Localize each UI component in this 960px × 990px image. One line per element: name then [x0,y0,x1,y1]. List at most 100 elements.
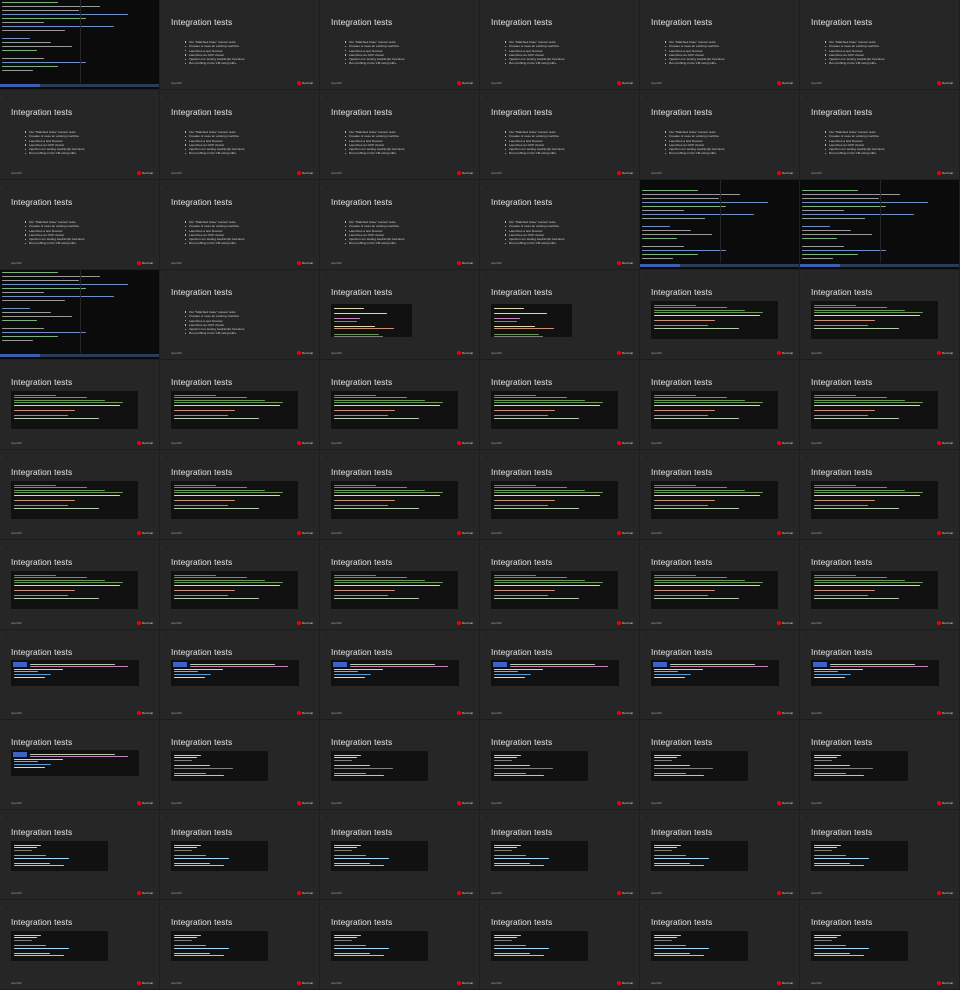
slide-thumbnail[interactable]: Integration tests openshift Red Hat [480,360,640,450]
slide-thumbnail[interactable]: Integration tests openshift Red Hat [800,450,960,540]
slide-thumbnail[interactable]: Integration tests openshift Red Hat [0,540,160,630]
slide-thumbnail[interactable]: Integration tests openshift Red Hat [0,450,160,540]
red-hat-logo: Red Hat [456,891,473,895]
slide-thumbnail[interactable]: Integration tests Our "Matched Case" cut… [320,90,480,180]
slide-thumbnail[interactable]: Integration tests openshift Red Hat [800,270,960,360]
code-line [174,489,265,491]
slide-thumbnail[interactable]: Integration tests openshift Red Hat [640,810,800,900]
slide-thumbnail[interactable]: Integration tests openshift Red Hat [320,540,480,630]
slide-thumbnail[interactable]: Integration tests openshift Red Hat [160,540,320,630]
slide-thumbnail[interactable]: Integration tests openshift Red Hat [0,810,160,900]
slide-thumbnail[interactable]: Integration tests openshift Red Hat [320,360,480,450]
slide-thumbnail[interactable]: Integration tests openshift Red Hat [800,810,960,900]
slide-thumbnail[interactable]: Integration tests Our "Matched Case" cut… [800,0,960,90]
slide-thumbnail[interactable]: Integration tests Our "Matched Case" cut… [640,90,800,180]
code-line [494,939,513,941]
slide-thumbnail[interactable]: Integration tests openshift Red Hat [0,630,160,720]
slide-thumbnail[interactable]: Integration tests openshift Red Hat [320,270,480,360]
pane-divider[interactable] [79,0,81,83]
slide-thumbnail[interactable]: Integration tests Our "Matched Case" cut… [480,90,640,180]
slide-thumbnail[interactable]: Integration tests Our "Matched Case" cut… [480,180,640,270]
slide-thumbnail[interactable]: Integration tests openshift Red Hat [640,180,800,270]
slide-thumbnail[interactable]: Integration tests Our "Matched Case" cut… [160,0,320,90]
footer-text: openshift [11,172,22,175]
code-highlight [333,662,347,667]
slide-thumbnail[interactable]: Integration tests openshift Red Hat [160,450,320,540]
slide-thumbnail[interactable]: Integration tests openshift Red Hat [800,900,960,990]
slide-thumbnail[interactable]: Integration tests openshift Red Hat [800,180,960,270]
code-line [174,417,259,419]
slide-thumbnail[interactable]: Integration tests Our "Matched Case" cut… [160,90,320,180]
slide-accent-bar [481,456,482,459]
slide-thumbnail[interactable]: Integration tests openshift Red Hat [640,360,800,450]
slide-thumbnail[interactable]: Integration tests openshift Red Hat [640,270,800,360]
slide-thumbnail[interactable]: Integration tests openshift Red Hat [640,630,800,720]
red-hat-logo: Red Hat [296,621,313,625]
red-hat-logo: Red Hat [776,621,793,625]
code-line [14,955,65,957]
code-snippet [171,931,268,961]
slide-thumbnail[interactable]: Integration tests openshift Red Hat [480,900,640,990]
slide-thumbnail[interactable]: Integration tests openshift Red Hat [160,900,320,990]
slide-thumbnail[interactable]: Integration tests openshift Red Hat [160,720,320,810]
slide-thumbnail[interactable]: Integration tests openshift Red Hat [0,720,160,810]
code-line [814,676,845,678]
slide-thumbnail[interactable]: Integration tests openshift Red Hat [0,900,160,990]
slide-thumbnail[interactable]: Integration tests openshift Red Hat [640,540,800,630]
slide-title: Integration tests [811,557,873,567]
slide-thumbnail[interactable]: Integration tests openshift Red Hat [480,810,640,900]
slide-accent-bar [1,96,2,99]
code-line [654,494,761,496]
slide-thumbnail[interactable]: Integration tests Our "Matched Case" cut… [640,0,800,90]
slide-thumbnail[interactable]: Integration tests openshift Red Hat [800,360,960,450]
slide-thumbnail[interactable]: Integration tests openshift Red Hat [640,900,800,990]
slide-thumbnail[interactable]: Integration tests Our "Matched Case" cut… [160,180,320,270]
code-snippet [171,391,298,429]
slide-thumbnail[interactable]: Integration tests openshift Red Hat [480,630,640,720]
code-line [654,492,763,494]
slide-thumbnail[interactable]: Integration tests openshift Red Hat [320,900,480,990]
slide-thumbnail[interactable]: Integration tests openshift Red Hat [320,630,480,720]
slide-thumbnail[interactable]: Integration tests openshift Red Hat [320,450,480,540]
slide-thumbnail[interactable]: Integration tests openshift Red Hat [160,810,320,900]
slide-accent-bar [801,546,802,549]
code-line [14,761,39,763]
slide-thumbnail[interactable]: Integration tests openshift Red Hat [160,360,320,450]
slide-thumbnail[interactable]: Integration tests openshift Red Hat [480,540,640,630]
slide-thumbnail[interactable]: Integration tests openshift Red Hat [160,630,320,720]
code-line [174,673,211,675]
slide-thumbnail[interactable]: Integration tests openshift Red Hat [0,0,160,90]
pane-divider[interactable] [79,270,81,353]
slide-thumbnail[interactable]: Integration tests openshift Red Hat [480,450,640,540]
slide-thumbnail[interactable]: Integration tests openshift Red Hat [640,720,800,810]
slide-thumbnail[interactable]: Integration tests Our "Matched Case" cut… [800,90,960,180]
slide-thumbnail[interactable]: Integration tests openshift Red Hat [640,450,800,540]
slide-thumbnail[interactable]: Integration tests openshift Red Hat [320,810,480,900]
pane-divider[interactable] [879,180,881,263]
red-hat-logo-icon [136,171,141,175]
code-line [334,320,357,322]
slide-title: Integration tests [491,377,553,387]
slide-thumbnail[interactable]: Integration tests openshift Red Hat [0,360,160,450]
slide-thumbnail[interactable]: Integration tests Our "Matched Case" cut… [320,0,480,90]
code-line [334,865,385,867]
red-hat-logo-text: Red Hat [621,621,633,625]
pane-divider[interactable] [719,180,721,263]
slide-thumbnail[interactable]: Integration tests Our "Matched Case" cut… [320,180,480,270]
slide-thumbnail[interactable]: Integration tests openshift Red Hat [320,720,480,810]
slide-thumbnail[interactable]: Integration tests Our "Matched Case" cut… [480,0,640,90]
slide-thumbnail[interactable]: Integration tests Our "Matched Case" cut… [160,270,320,360]
slide-thumbnail[interactable]: Integration tests openshift Red Hat [480,720,640,810]
slide-thumbnail[interactable]: Integration tests openshift Red Hat [800,720,960,810]
slide-thumbnail[interactable]: Integration tests openshift Red Hat [800,540,960,630]
slide-thumbnail[interactable]: Integration tests Our "Matched Case" cut… [0,90,160,180]
code-line [654,854,686,856]
slide-thumbnail[interactable]: Integration tests openshift Red Hat [0,270,160,360]
code-line [334,399,425,401]
slide-thumbnail[interactable]: Integration tests openshift Red Hat [800,630,960,720]
slide-accent-bar [641,6,642,9]
slide-title: Integration tests [811,467,873,477]
slide-thumbnail[interactable]: Integration tests openshift Red Hat [480,270,640,360]
slide-thumbnail[interactable]: Integration tests Our "Matched Case" cut… [0,180,160,270]
slide-footer: openshift Red Hat [160,890,319,899]
